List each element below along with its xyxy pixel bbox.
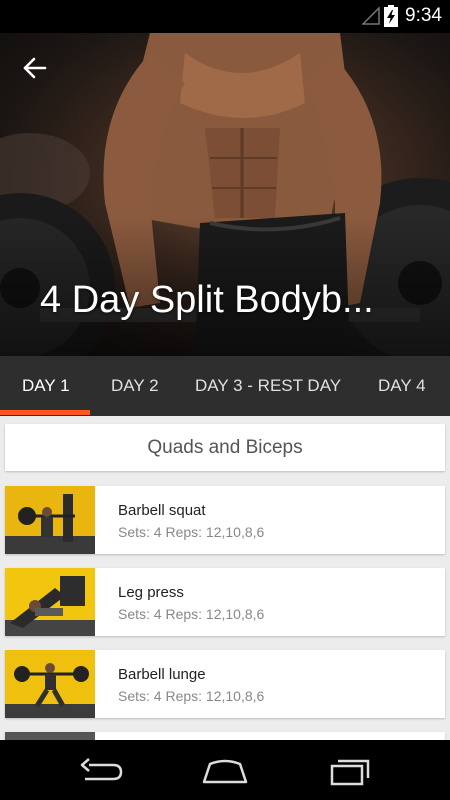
- exercise-thumbnail: [5, 486, 95, 554]
- tab-day-3-rest[interactable]: DAY 3 - REST DAY: [195, 356, 341, 416]
- exercise-meta: Sets: 4 Reps: 12,10,8,6: [118, 524, 265, 540]
- workout-list: Quads and Biceps Barbell squat Sets: 4 R…: [0, 416, 450, 740]
- nav-recents-icon[interactable]: [326, 754, 376, 788]
- exercise-thumbnail: [5, 568, 95, 636]
- exercise-thumbnail: [5, 732, 95, 740]
- back-arrow-icon[interactable]: [18, 51, 52, 85]
- section-header: Quads and Biceps: [5, 424, 445, 471]
- exercise-name: Barbell squat: [118, 502, 206, 519]
- page-title: 4 Day Split Bodyb...: [40, 279, 374, 321]
- exercise-meta: Sets: 4 Reps: 12,10,8,6: [118, 688, 265, 704]
- exercise-meta: Sets: 4 Reps: 12,10,8,6: [118, 606, 265, 622]
- exercise-card-barbell-lunge[interactable]: Barbell lunge Sets: 4 Reps: 12,10,8,6: [5, 650, 445, 718]
- exercise-card-partial[interactable]: [5, 732, 445, 740]
- exercise-thumbnail: [5, 650, 95, 718]
- status-bar: 9:34: [0, 0, 450, 33]
- system-nav-bar: [0, 740, 450, 800]
- status-time: 9:34: [405, 5, 442, 26]
- tab-day-4[interactable]: DAY 4: [378, 356, 426, 416]
- battery-charging-icon: [384, 5, 398, 27]
- hero-image: 4 Day Split Bodyb...: [0, 33, 450, 356]
- exercise-name: Leg press: [118, 584, 184, 601]
- tab-indicator: [0, 410, 90, 415]
- tab-day-2[interactable]: DAY 2: [111, 356, 159, 416]
- tab-day-1[interactable]: DAY 1: [22, 356, 70, 416]
- signal-icon: [362, 7, 380, 25]
- day-tabs: DAY 1 DAY 2 DAY 3 - REST DAY DAY 4: [0, 356, 450, 416]
- nav-back-icon[interactable]: [75, 754, 125, 788]
- exercise-card-leg-press[interactable]: Leg press Sets: 4 Reps: 12,10,8,6: [5, 568, 445, 636]
- nav-home-icon[interactable]: [200, 754, 250, 788]
- exercise-card-barbell-squat[interactable]: Barbell squat Sets: 4 Reps: 12,10,8,6: [5, 486, 445, 554]
- exercise-name: Barbell lunge: [118, 666, 206, 683]
